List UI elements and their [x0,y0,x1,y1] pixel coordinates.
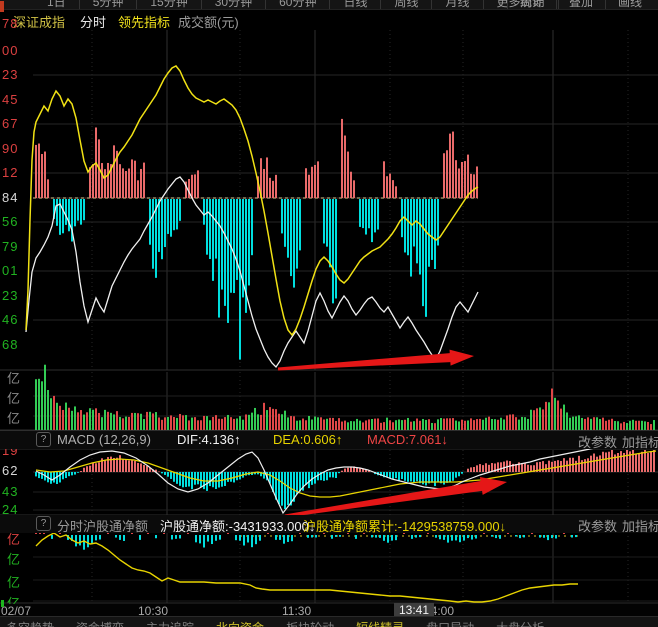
main-axis-label: 84 [2,190,19,205]
macd-value: MACD:7.061↓ [367,432,448,447]
macd-edit-params-button[interactable]: 改参数 [578,432,617,451]
main-axis-label: 79 [2,239,19,254]
status-bar-item[interactable]: 盘口异动 [426,619,474,627]
status-bar-item[interactable]: 资金博弈 [76,619,124,627]
volume-axis-label: 亿 [7,391,22,406]
macd-axis-label: 62 [2,463,19,478]
status-bar-item[interactable]: 短线精灵 [356,619,404,627]
macd-add-indicator-button[interactable]: 加指标 [622,432,658,451]
flow-axis-label: 亿 [7,552,22,567]
flow-edit-params-button[interactable]: 改参数 [578,516,617,535]
macd-header-row: ? MACD (12,26,9) DIF:4.136↑ DEA:0.606↑ M… [0,431,658,451]
main-axis-label: 45 [2,92,19,107]
flow-indicator-name[interactable]: 分时沪股通净额 [57,516,148,535]
main-axis-label: 90 [2,141,19,156]
main-axis-label: 67 [2,116,19,131]
time-axis[interactable]: 02/07 10:30 11:30 14:00 13:41 [0,603,658,618]
status-bar-item[interactable]: 板块轮动 [286,619,334,627]
status-bar-item[interactable]: 多空趋势 [6,619,54,627]
flow-add-indicator-button[interactable]: 加指标 [622,516,658,535]
main-axis-label: 23 [2,288,19,303]
trading-app-window: 1日 5分钟 15分钟 30分钟 60分钟 日线 周线 月线 更多周期 统计 叠加 画线 深证成指 … [0,0,658,627]
main-axis-label: 01 [2,263,19,278]
main-axis-label: 12 [2,165,19,180]
cursor-time-badge: 13:41 [394,603,435,617]
volume-axis-label: 亿 [7,371,22,386]
macd-axis-label: 43 [2,484,19,499]
help-icon[interactable]: ? [36,516,51,531]
macd-dea-value: DEA:0.606↑ [273,432,343,447]
flow-axis-label: 亿 [7,575,22,590]
status-bar-item[interactable]: 北向资金 [216,619,264,627]
axis-scroll-mark [1,600,4,607]
main-axis-label: 68 [2,337,19,352]
status-bar-item[interactable]: 主力追踪 [146,619,194,627]
macd-indicator-name[interactable]: MACD (12,26,9) [57,432,151,447]
status-items: 多空趋势 资金博弈 主力追踪 北向资金 板块轮动 短线精灵 盘口异动 大盘分析 [6,619,566,627]
status-bar: 多空趋势 资金博弈 主力追踪 北向资金 板块轮动 短线精灵 盘口异动 大盘分析 [0,616,658,627]
flow-cumulative-value: 沪股通净额累计:-1429538759.000↓ [303,519,507,534]
main-axis-label: 23 [2,67,19,82]
help-icon[interactable]: ? [36,432,51,447]
macd-dif-value: DIF:4.136↑ [177,432,241,447]
main-axis-label: 56 [2,214,19,229]
flow-header-row: ? 分时沪股通净额 沪股通净额:-3431933.000↓ 沪股通净额累计:-1… [0,515,658,535]
main-axis-label: 78 [2,16,19,31]
flow-net-value: 沪股通净额:-3431933.000↓ [160,519,316,534]
volume-axis-label: 亿 [7,411,22,426]
status-bar-item[interactable]: 大盘分析 [496,619,544,627]
main-axis-label: 46 [2,312,19,327]
main-axis-label: 00 [2,43,19,58]
